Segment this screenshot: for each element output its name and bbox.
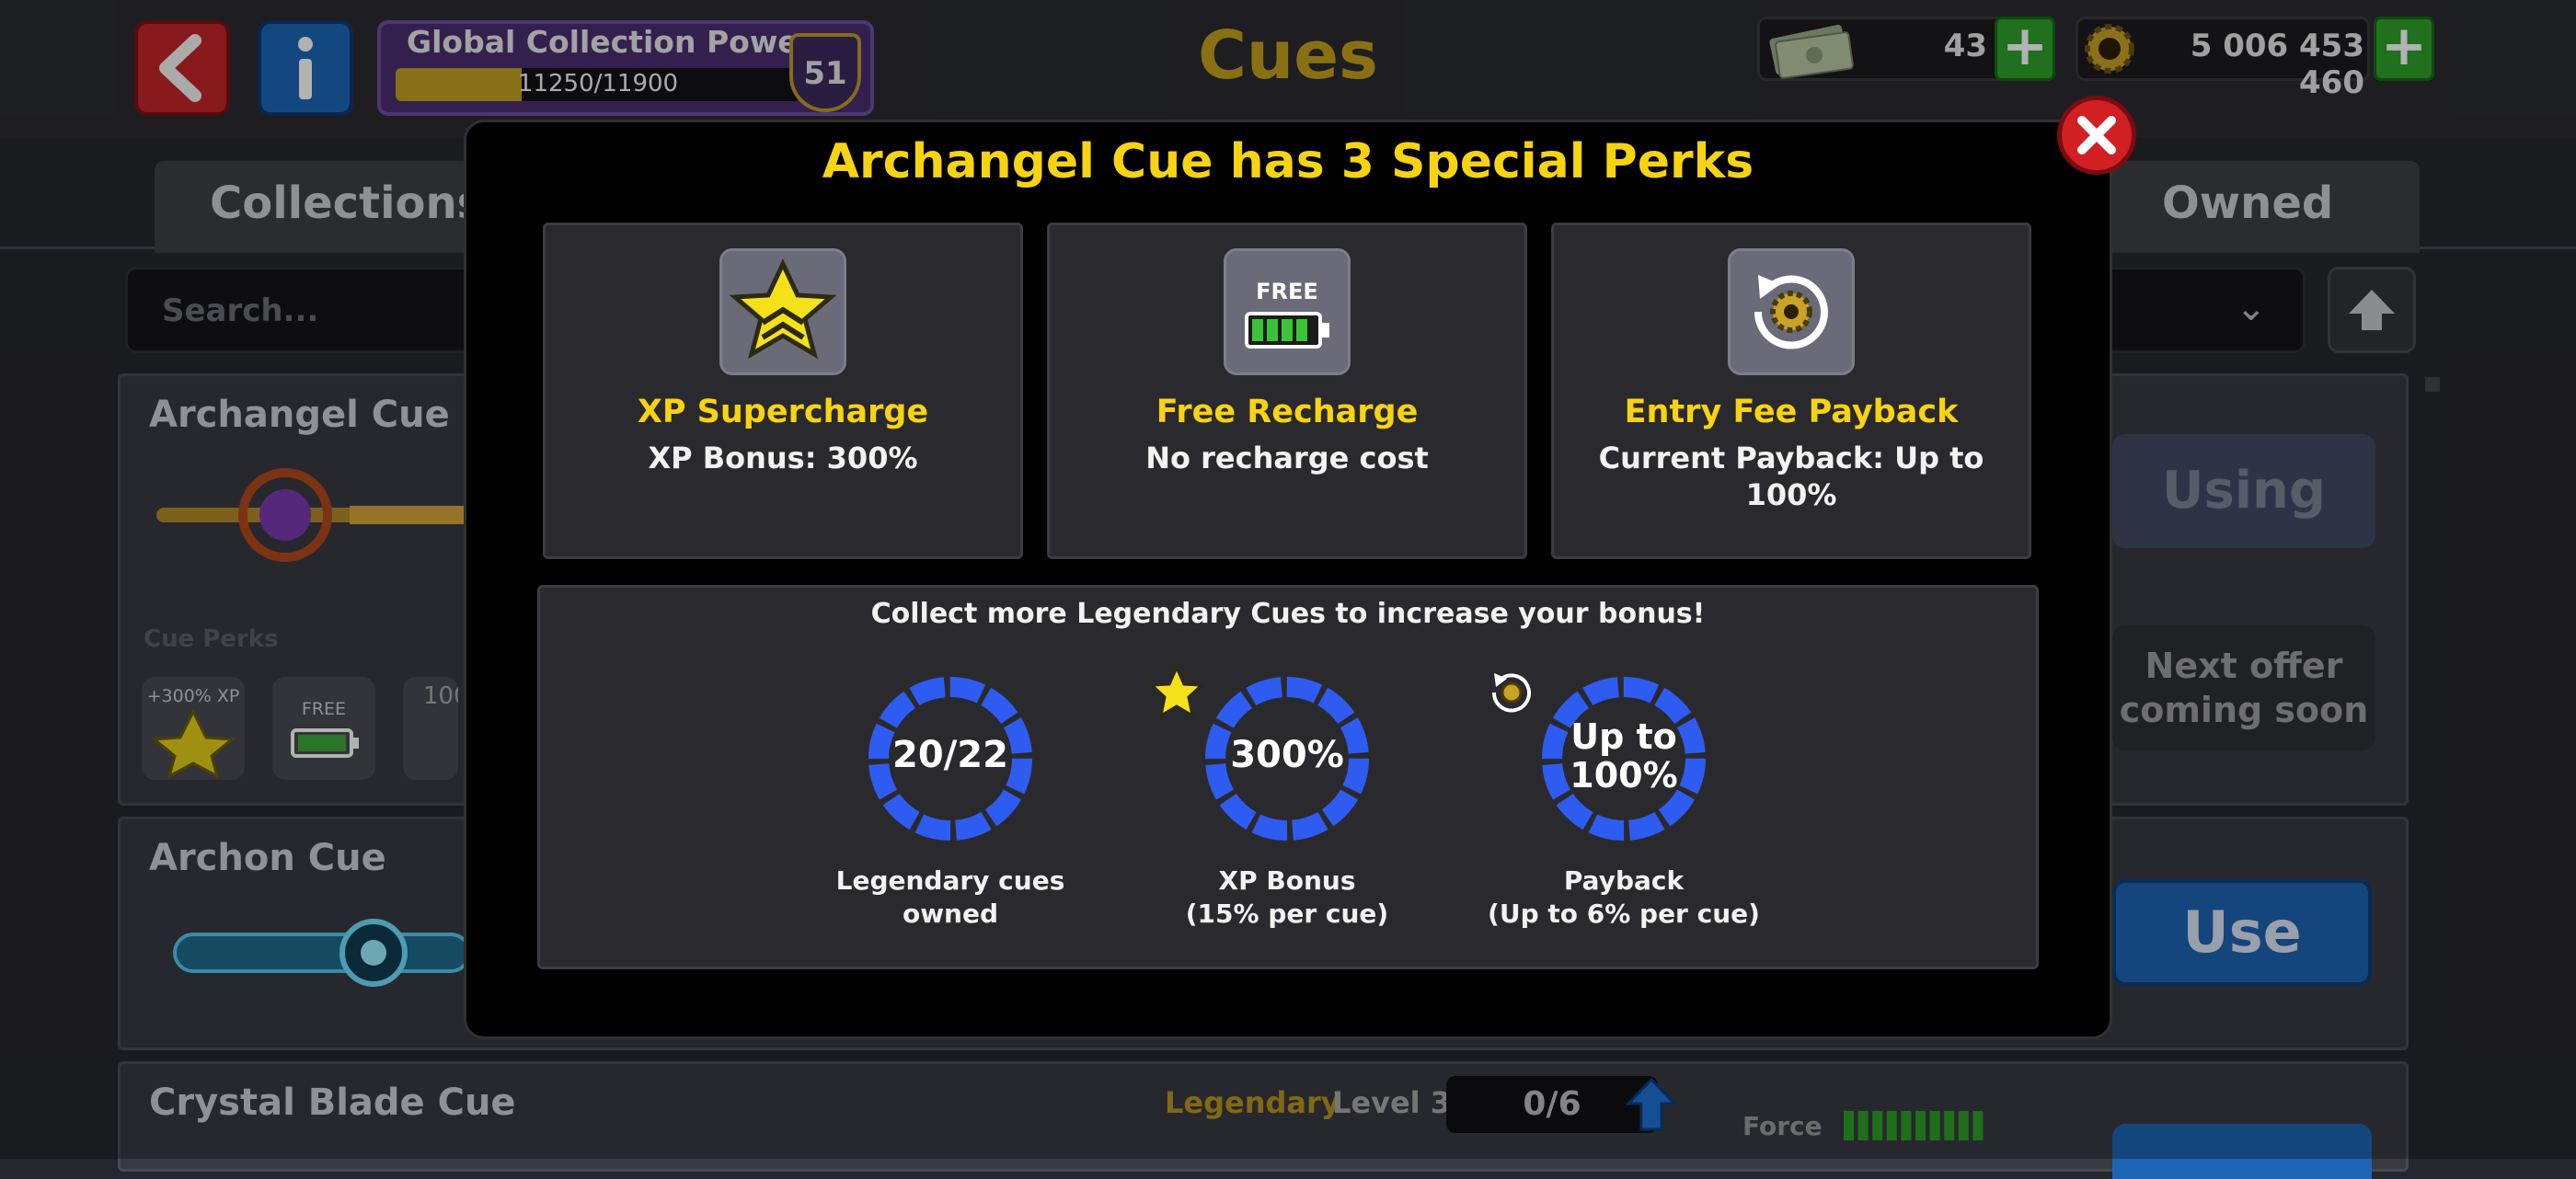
free-icon-text: FREE [1256,279,1318,304]
perk-desc: Current Payback: Up to 100% [1598,441,1984,512]
perk-name: Free Recharge [1156,394,1419,430]
ring-value: 300% [1230,734,1344,776]
ring-caption: XP Bonus (15% per cue) [1185,865,1389,929]
perk-desc: No recharge cost [1145,441,1429,475]
payback-cycle-icon [1754,275,1828,349]
close-button[interactable] [2057,96,2136,175]
bonus-heading: Collect more Legendary Cues to increase … [870,598,1706,630]
battery-icon [1245,312,1329,349]
perk-icon-box [719,248,846,375]
perk-icon-box [1728,248,1855,375]
ring-value: 20/22 [892,734,1008,776]
perk-desc: XP Bonus: 300% [648,441,918,475]
modal-title: Archangel Cue has 3 Special Perks [822,134,1754,189]
perk-name: Entry Fee Payback [1624,394,1959,430]
star-chevron-icon [729,258,837,360]
perk-icon-box: FREE [1224,248,1351,375]
ring-value: Up to 100% [1570,716,1678,796]
perk-name: XP Supercharge [637,394,929,430]
payback-cycle-icon [1491,673,1531,713]
close-icon [2077,116,2116,155]
ring-caption: Legendary cues owned [835,865,1065,929]
ring-caption: Payback (Up to 6% per cue) [1488,865,1760,929]
star-chevron-icon [1148,664,1205,718]
